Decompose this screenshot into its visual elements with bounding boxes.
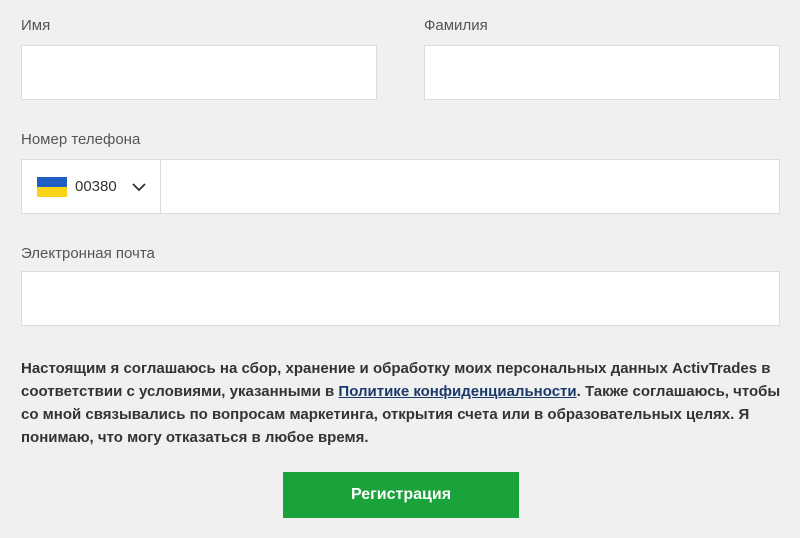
chevron-down-icon <box>132 182 146 191</box>
phone-label: Номер телефона <box>21 131 141 148</box>
phone-number-input[interactable] <box>161 160 779 213</box>
email-label: Электронная почта <box>21 245 155 262</box>
country-code: 00380 <box>75 178 117 195</box>
email-field[interactable] <box>21 271 780 326</box>
last-name-label: Фамилия <box>424 17 488 34</box>
privacy-policy-link[interactable]: Политике конфиденциальности <box>338 383 576 400</box>
first-name-label: Имя <box>21 17 51 34</box>
register-button[interactable]: Регистрация <box>283 472 519 518</box>
last-name-field[interactable] <box>424 45 780 100</box>
phone-field: 00380 <box>21 159 780 214</box>
country-code-select[interactable]: 00380 <box>21 159 161 214</box>
registration-form: Имя Фамилия Номер телефона 00380 Электро… <box>0 0 800 538</box>
consent-text: Настоящим я соглашаюсь на сбор, хранение… <box>21 357 781 449</box>
first-name-field[interactable] <box>21 45 377 100</box>
first-name-input[interactable] <box>22 46 376 99</box>
ukraine-flag-icon <box>37 176 67 197</box>
phone-number-field[interactable] <box>161 159 780 214</box>
email-input[interactable] <box>22 272 779 325</box>
last-name-input[interactable] <box>425 46 779 99</box>
